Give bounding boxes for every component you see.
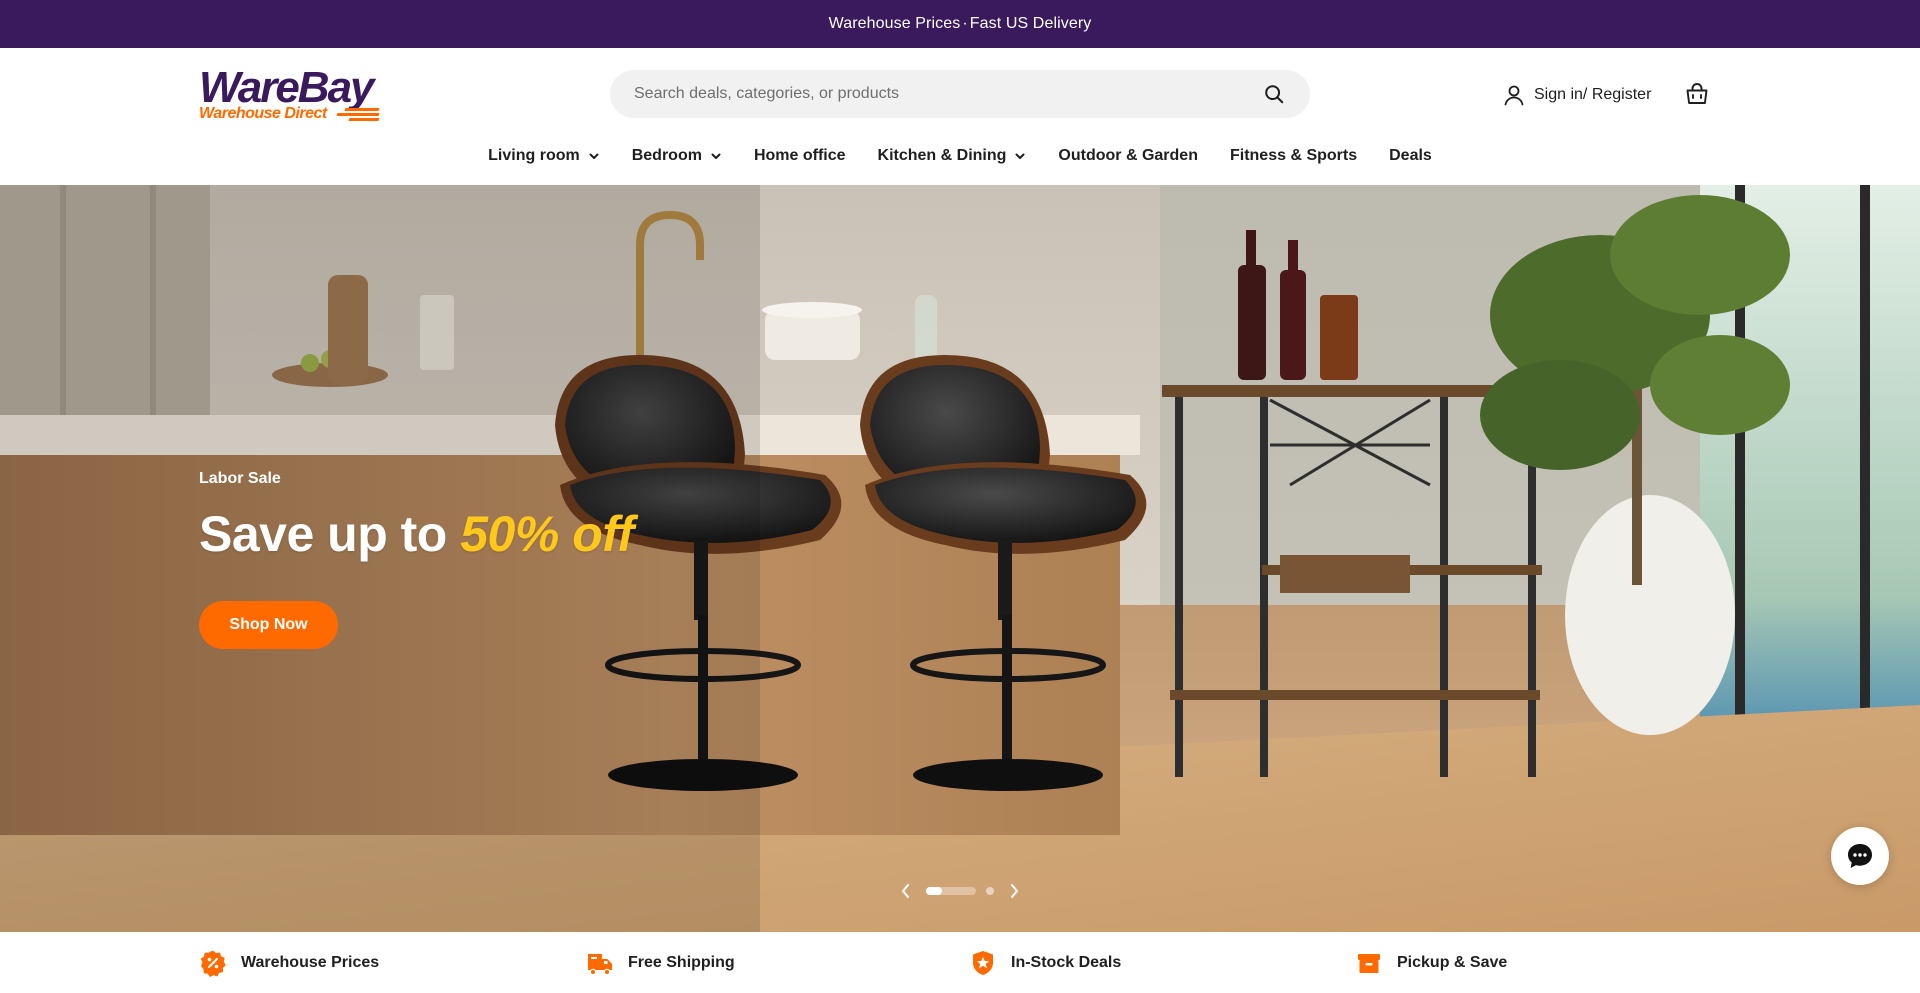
cart-icon[interactable]: [1684, 81, 1710, 107]
nav-label: Living room: [488, 147, 580, 164]
truck-icon: [588, 954, 612, 976]
nav-label: Bedroom: [631, 147, 702, 164]
announcement-text-1: Warehouse Prices: [828, 15, 961, 32]
nav-item-outdoor-garden[interactable]: Outdoor & Garden: [1058, 147, 1198, 165]
shop-now-button[interactable]: Shop Now: [199, 601, 338, 649]
chat-button[interactable]: [1831, 827, 1889, 885]
box-icon: [1358, 954, 1380, 973]
logo-tagline: Warehouse Direct: [199, 105, 327, 122]
feature-label: Pickup & Save: [1397, 954, 1508, 971]
chevron-down-icon: [711, 153, 721, 159]
logo-speed-lines: [329, 108, 380, 122]
feature-label: Free Shipping: [628, 954, 735, 971]
feature-warehouse-prices: Warehouse Prices: [199, 950, 380, 977]
hero-banner: Labor Sale Save up to 50% off Shop Now: [0, 185, 1920, 932]
user-icon: [1502, 83, 1526, 107]
hero-title: Save up to 50% off: [199, 505, 634, 563]
carousel-active-indicator: [926, 887, 942, 895]
nav-label: Kitchen & Dining: [877, 147, 1007, 164]
nav-label: Outdoor & Garden: [1058, 147, 1198, 164]
announcement-text-2: Fast US Delivery: [969, 15, 1092, 32]
feature-label: Warehouse Prices: [241, 954, 380, 971]
main-nav: Living room Bedroom Home office Kitchen …: [0, 142, 1920, 170]
feature-in-stock-deals: In-Stock Deals: [969, 950, 1121, 976]
chat-bubble-icon: [1848, 844, 1872, 868]
hero-title-prefix: Save up to: [199, 506, 461, 562]
nav-item-bedroom[interactable]: Bedroom: [632, 147, 722, 165]
search-input[interactable]: [634, 85, 1260, 103]
feature-pickup-save: Pickup & Save: [1355, 950, 1507, 976]
nav-item-deals[interactable]: Deals: [1389, 147, 1432, 165]
nav-item-living-room[interactable]: Living room: [488, 147, 600, 165]
hero-title-accent: 50% off: [460, 506, 634, 562]
site-header: WareBay Warehouse Direct Sign in/ Regist…: [0, 48, 1920, 185]
announcement-bar: Warehouse Prices · Fast US Delivery: [0, 0, 1920, 48]
announcement-separator: ·: [962, 15, 968, 32]
star-shield-icon: [973, 951, 993, 975]
feature-label: In-Stock Deals: [1011, 954, 1122, 971]
carousel-dot[interactable]: [986, 887, 994, 895]
search-bar: [610, 70, 1310, 118]
brand-logo[interactable]: WareBay Warehouse Direct: [199, 66, 381, 126]
percent-badge-icon: [200, 950, 226, 977]
carousel-progress[interactable]: [926, 887, 976, 895]
nav-label: Fitness & Sports: [1229, 147, 1358, 164]
nav-label: Deals: [1389, 147, 1432, 164]
carousel-controls: [890, 881, 1030, 901]
nav-item-kitchen-dining[interactable]: Kitchen & Dining: [878, 147, 1027, 165]
logo-wordmark: WareBay: [199, 63, 375, 112]
chevron-left-icon[interactable]: [896, 881, 916, 901]
search-icon[interactable]: [1260, 80, 1288, 108]
chevron-down-icon: [589, 153, 599, 159]
sign-in-link[interactable]: Sign in/ Register: [1502, 82, 1651, 108]
nav-item-fitness-sports[interactable]: Fitness & Sports: [1230, 147, 1357, 165]
chevron-right-icon[interactable]: [1004, 881, 1024, 901]
chevron-down-icon: [1015, 153, 1025, 159]
nav-item-home-office[interactable]: Home office: [754, 147, 846, 165]
feature-free-shipping: Free Shipping: [586, 950, 735, 976]
hero-eyebrow: Labor Sale: [199, 470, 281, 487]
nav-label: Home office: [753, 147, 846, 164]
sign-in-label: Sign in/ Register: [1534, 86, 1652, 103]
feature-strip: Warehouse Prices Free Shipping In-Stock …: [0, 932, 1920, 993]
